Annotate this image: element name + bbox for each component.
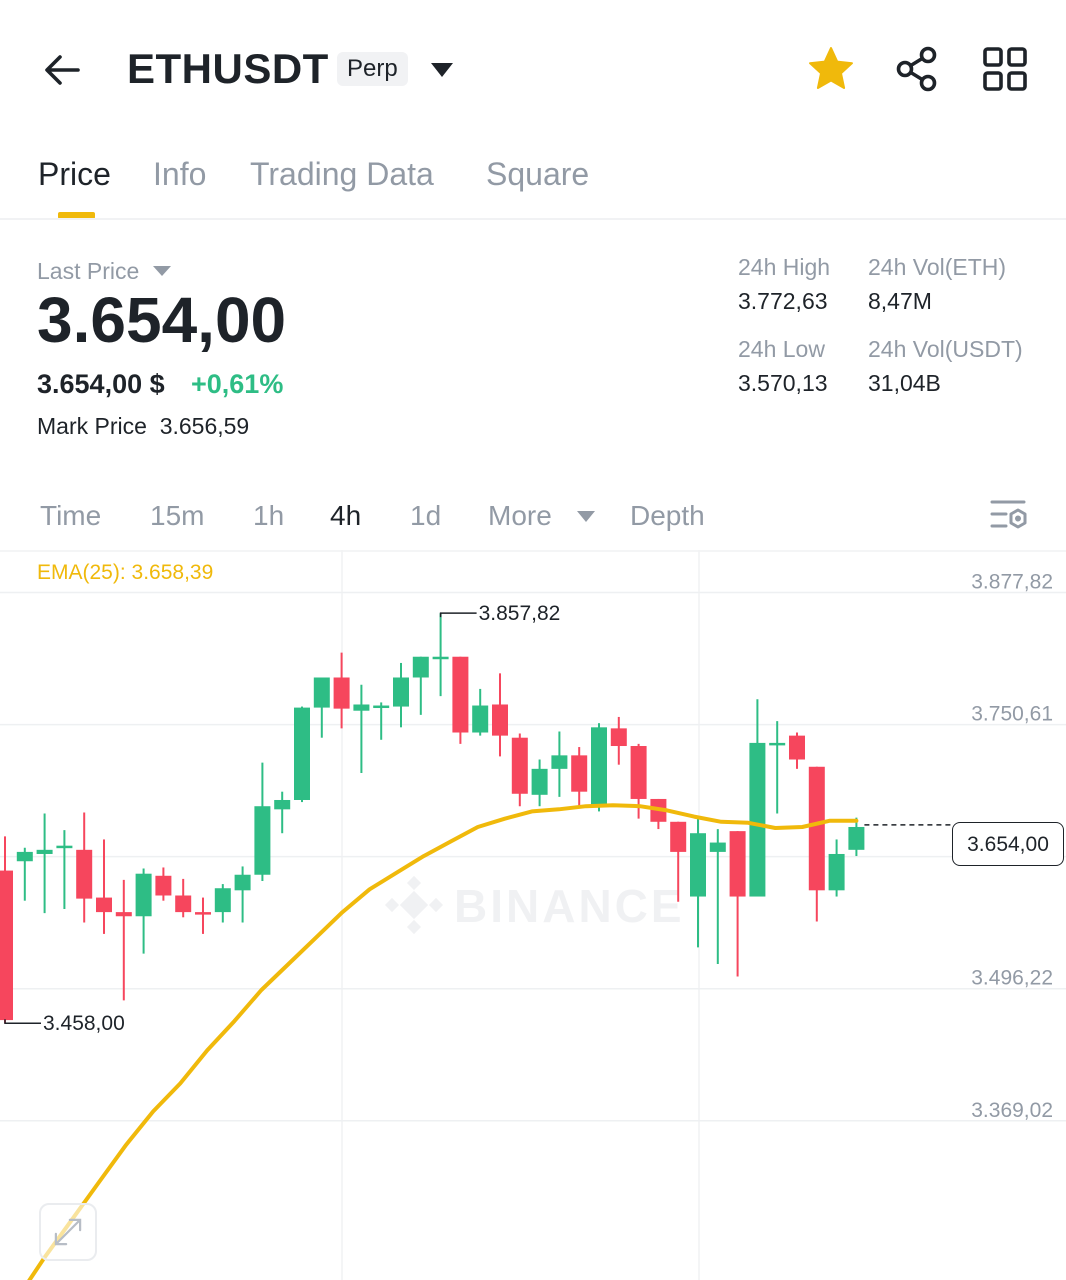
candle-up xyxy=(135,873,152,917)
candle-up xyxy=(690,833,706,897)
interval-1d[interactable]: 1d xyxy=(410,496,441,536)
interval-1h[interactable]: 1h xyxy=(253,496,284,536)
vol-eth-label: 24h Vol(ETH) xyxy=(868,254,1007,280)
candle-up xyxy=(591,727,607,807)
high-marker-line xyxy=(439,612,477,618)
candle-up xyxy=(848,826,865,850)
candle-down xyxy=(155,875,172,896)
interval-depth[interactable]: Depth xyxy=(630,496,705,536)
candle-up xyxy=(769,742,786,746)
ema-indicator-label[interactable]: EMA(25): 3.658,39 xyxy=(37,559,213,587)
tabs-divider xyxy=(0,218,1066,220)
fullscreen-expand-icon[interactable] xyxy=(39,1203,97,1261)
tab-info[interactable]: Info xyxy=(153,150,206,198)
interval-more[interactable]: More xyxy=(488,496,552,536)
tab-price[interactable]: Price xyxy=(38,150,111,198)
tab-trading-data[interactable]: Trading Data xyxy=(250,150,434,198)
back-arrow-icon[interactable] xyxy=(38,46,86,94)
candle-down xyxy=(511,737,528,794)
candle-down xyxy=(96,897,112,913)
candle-up xyxy=(234,874,251,891)
usd-price: 3.654,00 $ xyxy=(37,369,165,399)
candle-down xyxy=(115,912,132,917)
candle-up xyxy=(56,845,73,849)
tab-square[interactable]: Square xyxy=(486,150,589,198)
candle-down xyxy=(571,755,588,792)
candle-up xyxy=(313,677,330,708)
candle-down xyxy=(789,735,805,760)
mark-price: Mark Price 3.656,59 xyxy=(37,410,249,442)
candle-down xyxy=(630,746,647,799)
symbol-title[interactable]: ETHUSDT xyxy=(127,44,329,94)
current-price-tag: 3.654,00 xyxy=(952,822,1064,866)
candle-up xyxy=(551,755,568,769)
candle-up xyxy=(749,742,766,897)
mark-price-value: 3.656,59 xyxy=(159,413,250,439)
chart-settings-icon[interactable] xyxy=(986,496,1030,536)
watermark-text: BINANCE xyxy=(454,880,685,932)
vol-eth-value: 8,47M xyxy=(868,288,932,314)
low-marker-label: 3.458,00 xyxy=(43,1012,125,1035)
candle-up xyxy=(472,705,489,733)
vol-usdt-value: 31,04B xyxy=(868,370,941,396)
price-change-percent: +0,61% xyxy=(191,369,284,399)
price-axis-label: 3.750,61 xyxy=(971,703,1053,726)
candle-up xyxy=(36,849,53,854)
candle-up xyxy=(412,656,429,678)
caret-down-icon[interactable] xyxy=(576,510,596,523)
candle-down xyxy=(195,912,211,915)
high-24h-label: 24h High xyxy=(738,254,831,280)
last-price-value: 3.654,00 xyxy=(37,284,287,356)
candle-down xyxy=(729,831,746,897)
candle-down xyxy=(808,766,825,891)
share-icon[interactable] xyxy=(893,44,943,94)
price-axis-label: 3.496,22 xyxy=(971,967,1053,990)
grid-menu-icon[interactable] xyxy=(980,44,1030,94)
caret-down-icon[interactable] xyxy=(430,62,454,78)
candle-up xyxy=(254,806,271,875)
candle-up xyxy=(828,853,845,891)
candle-up xyxy=(274,799,291,810)
interval-time[interactable]: Time xyxy=(40,496,101,536)
candle-up xyxy=(373,705,390,709)
candle-up xyxy=(214,888,231,913)
perp-badge: Perp xyxy=(337,52,408,86)
candle-down xyxy=(610,728,627,747)
candle-down xyxy=(670,821,687,852)
price-axis-label: 3.877,82 xyxy=(971,571,1053,594)
low-24h-label: 24h Low xyxy=(738,336,825,362)
candle-up xyxy=(353,704,370,711)
low-24h-value: 3.570,13 xyxy=(738,370,828,396)
candle-down xyxy=(333,677,350,709)
candle-up xyxy=(432,656,449,660)
caret-down-icon[interactable] xyxy=(152,265,172,277)
candle-down xyxy=(76,849,93,899)
interval-15m[interactable]: 15m xyxy=(150,496,204,536)
candle-up xyxy=(16,851,33,862)
candles xyxy=(0,613,865,1024)
candle-up xyxy=(531,768,548,795)
candle-down xyxy=(175,895,192,913)
mark-price-label: Mark Price xyxy=(37,413,147,439)
vol-usdt-label: 24h Vol(USDT) xyxy=(868,336,1023,362)
candle-up xyxy=(294,707,310,800)
price-axis-label: 3.369,02 xyxy=(971,1099,1053,1122)
candle-up xyxy=(393,677,409,707)
candlestick-chart[interactable]: BINANCE 3.877,823.750,613.623,423.496,22… xyxy=(0,550,1066,1280)
candle-up xyxy=(709,842,726,852)
candle-down xyxy=(492,704,508,736)
binance-watermark: BINANCE xyxy=(384,875,685,935)
star-icon[interactable] xyxy=(806,44,856,94)
candle-down xyxy=(452,656,469,733)
interval-4h[interactable]: 4h xyxy=(330,496,361,536)
high-marker-label: 3.857,82 xyxy=(479,602,561,625)
high-24h-value: 3.772,63 xyxy=(738,288,828,314)
candle-down xyxy=(0,870,13,1021)
